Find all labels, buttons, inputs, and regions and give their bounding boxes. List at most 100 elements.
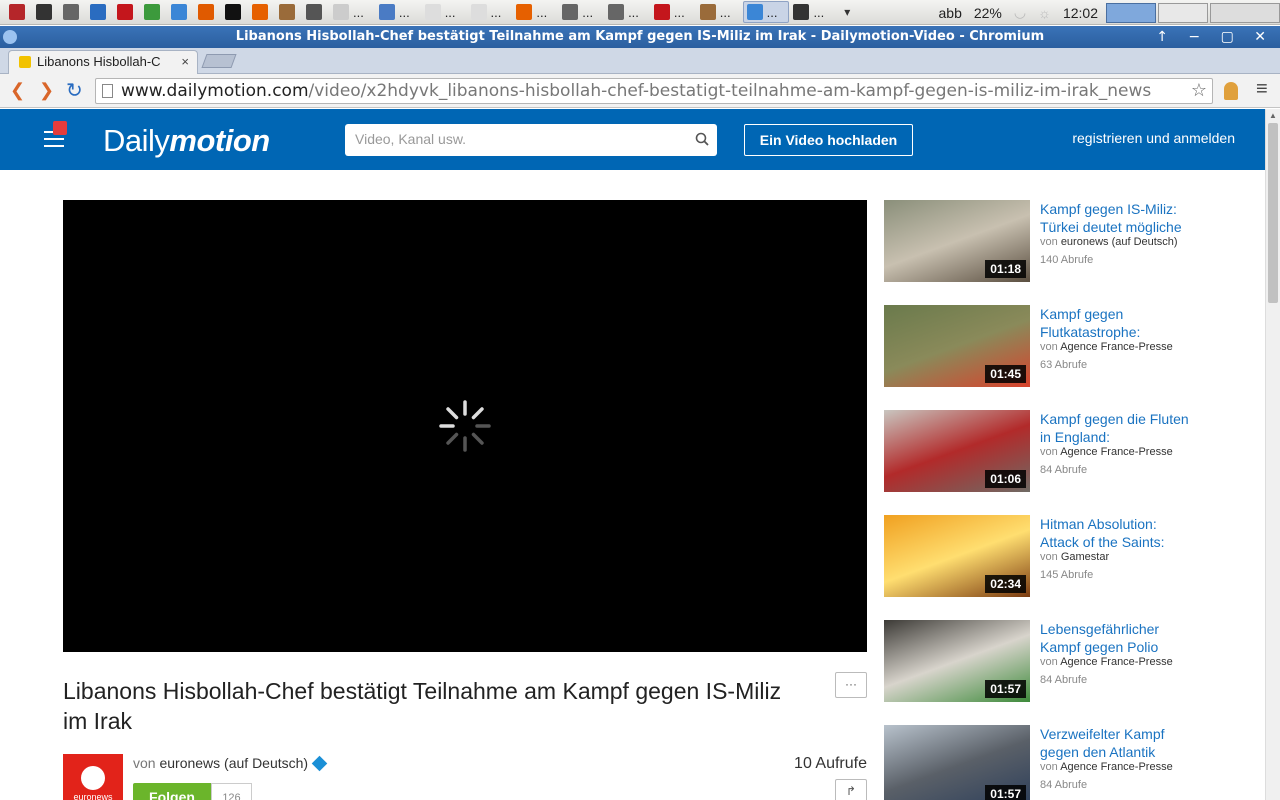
weather-icon[interactable]: ☼ — [1038, 5, 1051, 21]
battery-indicator[interactable]: 22% — [974, 5, 1002, 21]
taskbar-item[interactable]: ... — [605, 1, 650, 23]
related-video-item[interactable]: 01:57 Verzweifelter Kampf gegen den Atlan… — [884, 725, 1194, 800]
taskbar-item[interactable] — [168, 1, 194, 23]
share-button[interactable]: ↱ — [835, 779, 867, 800]
taskbar-item[interactable] — [249, 1, 275, 23]
related-video-item[interactable]: 01:06 Kampf gegen die Fluten in England: v… — [884, 410, 1194, 492]
terminal-icon — [36, 4, 52, 20]
related-video-title[interactable]: Hitman Absolution: Attack of the Saints: — [1040, 515, 1190, 551]
taskbar-item[interactable]: ... — [559, 1, 604, 23]
taskbar-item[interactable]: ... — [422, 1, 467, 23]
profile-icon[interactable] — [1224, 82, 1238, 100]
taskbar-item[interactable] — [87, 1, 113, 23]
taskbar-item[interactable] — [60, 1, 86, 23]
video-thumbnail[interactable]: 01:57 — [884, 620, 1030, 702]
mendeley-icon — [653, 4, 670, 20]
video-player[interactable] — [63, 200, 867, 652]
related-video-item[interactable]: 01:45 Kampf gegen Flutkatastrophe: von Age… — [884, 305, 1194, 387]
new-tab-button[interactable] — [201, 54, 237, 68]
page-scrollbar[interactable]: ▲ — [1265, 109, 1280, 800]
related-video-title[interactable]: Kampf gegen Flutkatastrophe: — [1040, 305, 1190, 341]
channel-logo-text: euronews — [73, 792, 113, 800]
browser-tab[interactable]: Libanons Hisbollah-C × — [8, 50, 198, 74]
upload-video-button[interactable]: Ein Video hochladen — [744, 124, 913, 156]
register-login-link[interactable]: registrieren und anmelden — [1072, 130, 1235, 146]
related-video-title[interactable]: Kampf gegen IS-Miliz: Türkei deutet mögl… — [1040, 200, 1190, 236]
window-controls[interactable]: ↑ − ▢ ✕ — [1156, 26, 1274, 48]
search-icon[interactable] — [695, 132, 709, 146]
related-video-channel[interactable]: Gamestar — [1061, 551, 1109, 563]
related-video-title[interactable]: Verzweifelter Kampf gegen den Atlantik — [1040, 725, 1190, 761]
taskbar-item[interactable]: ... — [742, 1, 790, 23]
video-thumbnail[interactable]: 01:18 — [884, 200, 1030, 282]
menu-icon[interactable]: ≡ — [1256, 78, 1268, 101]
keyboard-layout-indicator[interactable]: abb — [939, 5, 962, 21]
related-video-item[interactable]: 01:18 Kampf gegen IS-Miliz: Türkei deutet… — [884, 200, 1194, 282]
taskbar-item[interactable] — [276, 1, 302, 23]
related-video-channel[interactable]: Agence France-Presse — [1060, 446, 1173, 458]
taskbar-item[interactable]: ... — [697, 1, 742, 23]
channel-avatar[interactable]: euronews — [63, 754, 123, 800]
reload-button[interactable]: ↻ — [66, 78, 83, 103]
taskbar-item[interactable] — [6, 1, 32, 23]
related-video-channel[interactable]: Agence France-Presse — [1060, 341, 1173, 353]
editor-icon — [562, 4, 579, 20]
search-input[interactable] — [355, 124, 685, 154]
taskbar-item[interactable]: ... — [330, 1, 375, 23]
related-video-title[interactable]: Kampf gegen die Fluten in England: — [1040, 410, 1190, 446]
taskbar-item[interactable]: ... — [513, 1, 558, 23]
taskbar-item[interactable]: ... — [376, 1, 421, 23]
related-video-channel[interactable]: euronews (auf Deutsch) — [1061, 236, 1178, 248]
video-duration: 01:06 — [985, 470, 1026, 488]
wifi-icon[interactable]: ◡ — [1014, 4, 1026, 21]
video-thumbnail[interactable]: 01:06 — [884, 410, 1030, 492]
dailymotion-logo[interactable]: Dailymotion — [103, 123, 270, 159]
related-video-channel[interactable]: Agence France-Presse — [1060, 656, 1173, 668]
taskbar-item[interactable]: ... — [790, 1, 835, 23]
video-thumbnail[interactable]: 01:45 — [884, 305, 1030, 387]
bookmark-star-icon[interactable]: ☆ — [1191, 79, 1207, 103]
related-video-views: 140 Abrufe — [1040, 254, 1094, 266]
taskbar-item-label: ... — [444, 4, 456, 20]
logo-bold: motion — [169, 123, 270, 158]
more-options-button[interactable]: ··· — [835, 672, 867, 698]
chromium-app-icon[interactable] — [3, 30, 17, 44]
taskbar-item[interactable] — [222, 1, 248, 23]
scrollbar-thumb[interactable] — [1268, 123, 1278, 303]
taskbar-item-label: ... — [813, 4, 825, 20]
video-thumbnail[interactable]: 01:57 — [884, 725, 1030, 800]
taskbar-item[interactable] — [303, 1, 329, 23]
show-desktop-button[interactable] — [1106, 2, 1156, 23]
forward-button[interactable]: ❯ — [39, 80, 54, 101]
taskbar-item[interactable] — [195, 1, 221, 23]
clock[interactable]: 12:02 — [1063, 5, 1098, 21]
taskbar: ................................. ▾ abb 2… — [0, 0, 1280, 25]
taskbar-item-label: ... — [353, 4, 364, 20]
taskbar-item[interactable]: ... — [651, 1, 696, 23]
notification-badge[interactable] — [53, 121, 67, 135]
video-title: Libanons Hisbollah-Chef bestätigt Teilna… — [63, 678, 782, 734]
taskbar-item-label: ... — [719, 4, 731, 20]
close-tab-icon[interactable]: × — [181, 51, 189, 73]
taskbar-item[interactable] — [114, 1, 140, 23]
related-video-item[interactable]: 02:34 Hitman Absolution: Attack of the Sa… — [884, 515, 1194, 597]
taskbar-item[interactable] — [141, 1, 167, 23]
taskbar-dropdown-icon[interactable]: ▾ — [844, 5, 850, 19]
follow-button[interactable]: Folgen — [133, 783, 211, 800]
taskbar-item[interactable]: ... — [468, 1, 513, 23]
workspace-button-2[interactable] — [1210, 2, 1280, 23]
back-button[interactable]: ❮ — [10, 80, 25, 101]
window-title: Libanons Hisbollah-Chef bestätigt Teilna… — [235, 29, 1045, 44]
address-bar[interactable]: www.dailymotion.com/video/x2hdyvk_libano… — [95, 78, 1213, 104]
spinner-segment — [446, 407, 459, 420]
channel-name[interactable]: euronews (auf Deutsch) — [159, 755, 308, 771]
related-video-item[interactable]: 01:57 Lebensgefährlicher Kampf gegen Poli… — [884, 620, 1194, 702]
workspace-button[interactable] — [1158, 2, 1208, 23]
scroll-up-icon[interactable]: ▲ — [1269, 111, 1277, 120]
related-video-channel[interactable]: Agence France-Presse — [1060, 761, 1173, 773]
taskbar-item[interactable] — [33, 1, 59, 23]
video-thumbnail[interactable]: 02:34 — [884, 515, 1030, 597]
related-video-title[interactable]: Lebensgefährlicher Kampf gegen Polio — [1040, 620, 1190, 656]
spinner-segment — [471, 407, 484, 420]
by-prefix: von — [1040, 551, 1058, 563]
